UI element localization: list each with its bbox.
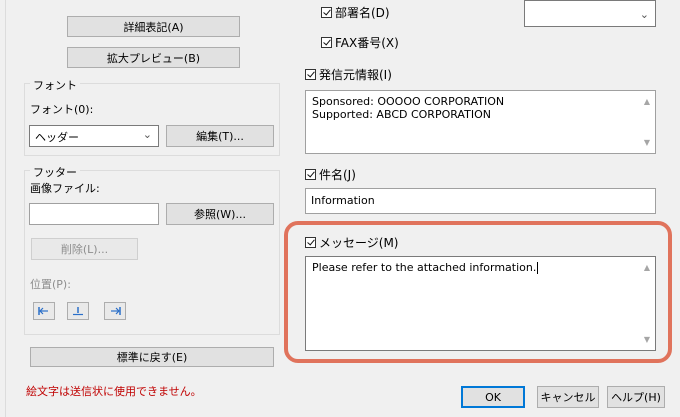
reset-default-button[interactable]: 標準に戻す(E) <box>30 347 274 367</box>
checkbox-box <box>305 69 316 80</box>
dept-name-checkbox[interactable]: 部署名(D) <box>321 4 390 21</box>
sender-info-textarea[interactable]: Sponsored: OOOOO CORPORATION Supported: … <box>305 90 656 154</box>
browse-button[interactable]: 参照(W)... <box>166 203 274 225</box>
cancel-button[interactable]: キャンセル <box>537 386 599 408</box>
ok-button[interactable]: OK <box>461 386 525 408</box>
scroll-up-icon[interactable]: ▲ <box>642 95 652 108</box>
checkbox-box <box>321 7 332 18</box>
help-button[interactable]: ヘルプ(H) <box>607 386 665 408</box>
fax-number-checkbox[interactable]: FAX番号(X) <box>321 34 399 51</box>
checkbox-box <box>321 37 332 48</box>
font-group-legend: フォント <box>30 77 80 93</box>
fax-number-label: FAX番号(X) <box>335 36 399 50</box>
subject-label: 件名(J) <box>319 168 356 182</box>
sender-line-1: Sponsored: OOOOO CORPORATION <box>312 95 505 108</box>
sender-info-checkbox[interactable]: 発信元情報(I) <box>305 66 392 83</box>
image-file-label: 画像ファイル: <box>30 182 100 195</box>
footer-group-legend: フッター <box>30 164 80 180</box>
subject-checkbox[interactable]: 件名(J) <box>305 166 356 183</box>
image-file-input[interactable] <box>29 203 159 225</box>
chevron-down-icon: ⌄ <box>639 8 649 21</box>
align-right-button[interactable] <box>104 302 126 320</box>
align-center-icon <box>73 307 83 316</box>
detail-notation-button[interactable]: 詳細表記(A) <box>67 16 240 37</box>
dept-name-select[interactable]: ⌄ <box>524 0 656 27</box>
message-highlight-outline <box>284 221 672 363</box>
align-right-icon <box>111 307 121 315</box>
delete-button[interactable]: 削除(L)... <box>31 238 138 260</box>
sender-info-label: 発信元情報(I) <box>319 68 392 82</box>
sender-scrollbar[interactable]: ▲ ▼ <box>639 91 655 153</box>
align-center-button[interactable] <box>67 302 89 320</box>
left-panel-divider <box>0 0 6 417</box>
font-select[interactable]: ヘッダー ⌄ <box>29 125 159 147</box>
position-label: 位置(P): <box>30 278 71 291</box>
scroll-down-icon[interactable]: ▼ <box>642 136 652 149</box>
dept-name-label: 部署名(D) <box>335 6 390 20</box>
sender-line-2: Supported: ABCD CORPORATION <box>312 108 491 121</box>
subject-input[interactable]: Information <box>305 188 656 214</box>
font-select-value: ヘッダー <box>35 131 79 144</box>
enlarged-preview-button[interactable]: 拡大プレビュー(B) <box>67 47 240 68</box>
checkbox-box <box>305 169 316 180</box>
align-left-button[interactable] <box>33 302 55 320</box>
font-label: フォント(0): <box>30 103 94 116</box>
edit-font-button[interactable]: 編集(T)... <box>166 125 274 147</box>
align-left-icon <box>38 307 48 315</box>
chevron-down-icon: ⌄ <box>142 128 152 141</box>
emoji-warning-text: 絵文字は送信状に使用できません。 <box>26 385 202 398</box>
